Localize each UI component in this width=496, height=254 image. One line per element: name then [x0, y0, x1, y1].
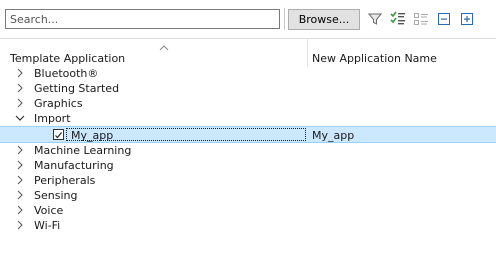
tree-item-manufacturing[interactable]: Manufacturing: [0, 158, 496, 173]
chevron-down-icon[interactable]: [15, 112, 25, 124]
checkmark-icon: [55, 132, 62, 139]
collapse-all-icon[interactable]: [435, 10, 453, 28]
chevron-right-icon[interactable]: [15, 174, 25, 186]
chevron-right-icon[interactable]: [15, 219, 25, 231]
column-divider[interactable]: [307, 39, 308, 67]
column-template-application[interactable]: Template Application: [10, 52, 125, 65]
sort-ascending-icon: [159, 41, 169, 54]
tree-item-label: Voice: [34, 204, 64, 217]
chevron-right-icon[interactable]: [15, 204, 25, 216]
filter-icon[interactable]: [366, 10, 384, 28]
tree-item-label: Getting Started: [34, 82, 120, 95]
tree-item-label: Wi-Fi: [34, 219, 61, 232]
checkbox-my-app[interactable]: [53, 129, 64, 140]
tree-item-label: Import: [34, 112, 71, 125]
chevron-right-icon[interactable]: [15, 159, 25, 171]
tree-item-label: Sensing: [34, 189, 78, 202]
tree-item-graphics[interactable]: Graphics: [0, 96, 496, 111]
tree-item-import[interactable]: Import: [0, 111, 496, 126]
new-application-name-cell[interactable]: My_app: [312, 129, 354, 142]
expand-all-icon[interactable]: [458, 10, 476, 28]
chevron-right-icon[interactable]: [15, 67, 25, 79]
search-input[interactable]: [5, 9, 280, 29]
chevron-right-icon[interactable]: [15, 144, 25, 156]
chevron-right-icon[interactable]: [15, 97, 25, 109]
column-header: Template Application New Application Nam…: [0, 38, 496, 67]
tree-item-label: Peripherals: [34, 174, 96, 187]
tree-item-sensing[interactable]: Sensing: [0, 188, 496, 203]
tree-item-voice[interactable]: Voice: [0, 203, 496, 218]
chevron-right-icon[interactable]: [15, 189, 25, 201]
browse-button[interactable]: Browse...: [288, 9, 360, 30]
tree-item-label: Manufacturing: [34, 159, 114, 172]
chevron-right-icon[interactable]: [15, 82, 25, 94]
checklist-icon[interactable]: [389, 10, 407, 28]
tree-item-peripherals[interactable]: Peripherals: [0, 173, 496, 188]
column-new-application-name[interactable]: New Application Name: [312, 52, 437, 65]
tree-item-label: Graphics: [34, 97, 83, 110]
toolbar-separator: [284, 8, 285, 30]
tree-item-getting-started[interactable]: Getting Started: [0, 81, 496, 96]
tree-child-label: My_app: [71, 129, 114, 142]
list-details-icon[interactable]: [412, 10, 430, 28]
tree-item-label: Bluetooth®: [34, 67, 99, 80]
tree-item-bluetooth[interactable]: Bluetooth®: [0, 66, 496, 81]
tree-item-wi-fi[interactable]: Wi-Fi: [0, 218, 496, 233]
tree-item-label: Machine Learning: [34, 144, 132, 157]
tree-child-my-app[interactable]: My_app My_app: [0, 126, 496, 143]
tree-item-machine-learning[interactable]: Machine Learning: [0, 143, 496, 158]
toolbar: Browse...: [0, 0, 496, 38]
